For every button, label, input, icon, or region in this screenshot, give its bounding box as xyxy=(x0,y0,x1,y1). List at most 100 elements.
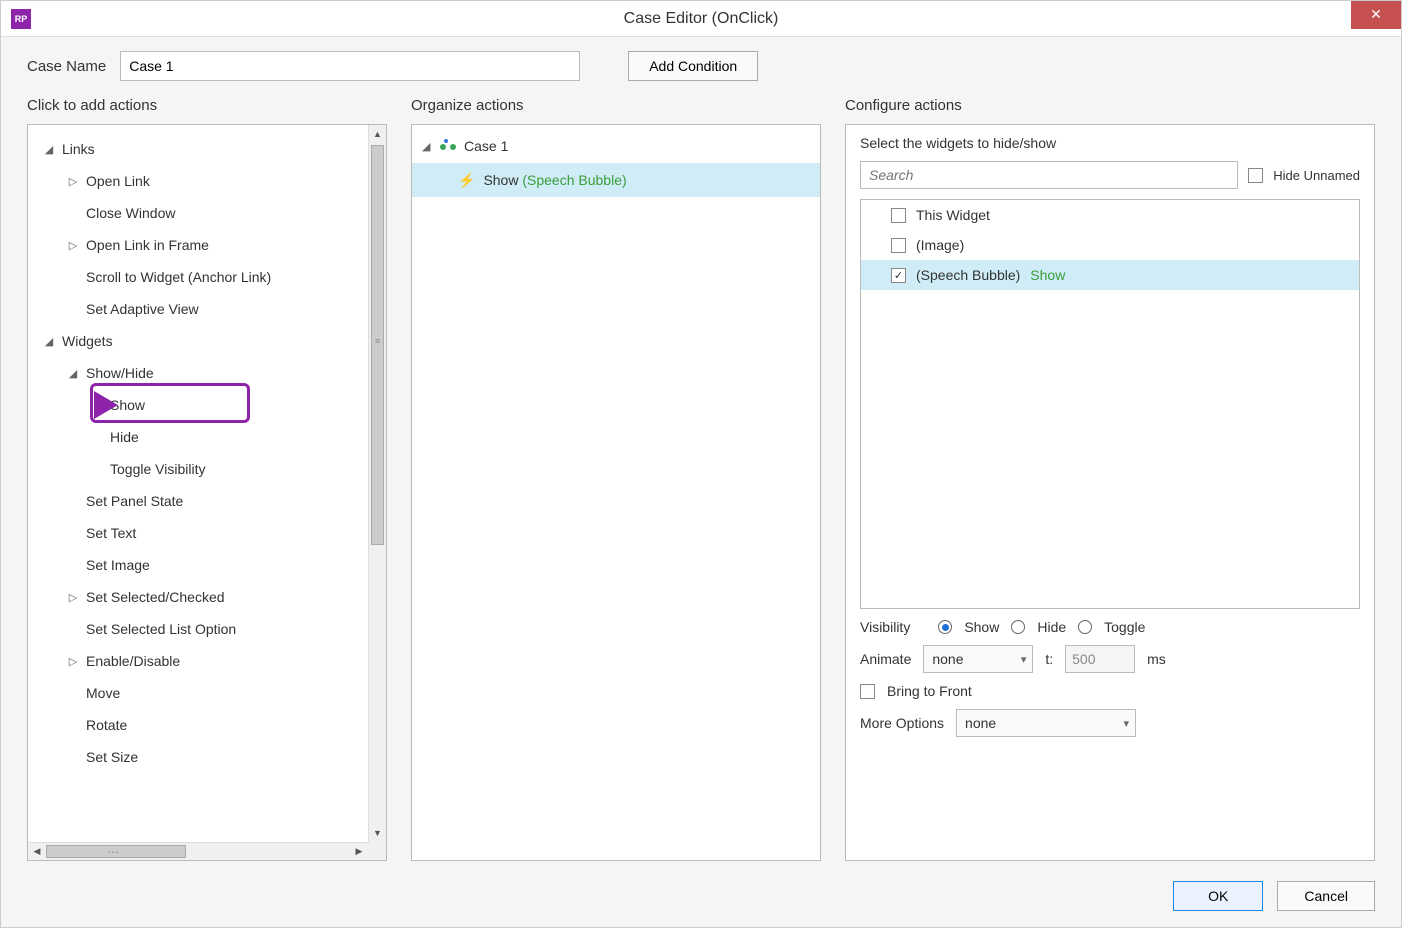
tree-item-set-image[interactable]: Set Image xyxy=(32,549,364,581)
widget-label: (Speech Bubble) xyxy=(916,267,1020,283)
col-organize-header: Organize actions xyxy=(411,97,821,114)
widget-search-input[interactable] xyxy=(860,161,1238,189)
visibility-show-radio[interactable] xyxy=(938,620,952,634)
case-editor-window: RP Case Editor (OnClick) ✕ Case Name Add… xyxy=(0,0,1402,928)
tree-item-move[interactable]: Move xyxy=(32,677,364,709)
tree-item-label: Close Window xyxy=(86,205,175,221)
tree-item-close-window[interactable]: Close Window xyxy=(32,197,364,229)
top-row: Case Name Add Condition xyxy=(1,37,1401,91)
t-label: t: xyxy=(1045,651,1053,667)
t-unit: ms xyxy=(1147,651,1166,667)
tree-item-enable-disable[interactable]: ▷Enable/Disable xyxy=(32,645,364,677)
scroll-down-icon[interactable]: ▼ xyxy=(369,824,386,842)
widget-label: (Image) xyxy=(916,237,964,253)
horizontal-scrollbar[interactable]: ◀ ▶ xyxy=(28,842,368,860)
tree-item-label: Open Link xyxy=(86,173,150,189)
expand-icon: ▷ xyxy=(66,239,80,252)
scroll-left-icon[interactable]: ◀ xyxy=(28,846,46,857)
close-icon: ✕ xyxy=(1370,6,1382,23)
tree-item-label: Open Link in Frame xyxy=(86,237,209,253)
tree-item-open-link[interactable]: ▷ Open Link xyxy=(32,165,364,197)
tree-item-label: Show/Hide xyxy=(86,365,154,381)
widget-row-image[interactable]: (Image) xyxy=(861,230,1359,260)
collapse-icon: ◢ xyxy=(66,367,80,380)
tree-item-open-link-in-frame[interactable]: ▷ Open Link in Frame xyxy=(32,229,364,261)
tree-item-widgets[interactable]: ◢Widgets xyxy=(32,325,364,357)
widget-checkbox[interactable] xyxy=(891,268,906,283)
widget-checkbox[interactable] xyxy=(891,208,906,223)
action-row[interactable]: ⚡ Show (Speech Bubble) xyxy=(412,163,820,197)
columns: Click to add actions ◢Links▷Open LinkClo… xyxy=(1,91,1401,871)
hide-unnamed-checkbox[interactable] xyxy=(1248,168,1263,183)
window-title: Case Editor (OnClick) xyxy=(1,10,1401,28)
widget-action-suffix: Show xyxy=(1030,267,1065,283)
tree-item-label: Links xyxy=(62,141,95,157)
col-add-actions-header: Click to add actions xyxy=(27,97,387,114)
tree-item-label: Set Text xyxy=(86,525,136,541)
case-name-label: Case Name xyxy=(27,58,106,75)
expand-icon: ◢ xyxy=(422,140,436,153)
animate-row: Animate none t: ms xyxy=(860,645,1360,673)
tree-item-set-panel-state[interactable]: Set Panel State xyxy=(32,485,364,517)
more-options-label: More Options xyxy=(860,715,944,731)
actions-tree[interactable]: ◢Links▷Open LinkClose Window▷Open Link i… xyxy=(28,125,368,842)
tree-item-label: Move xyxy=(86,685,120,701)
case-icon xyxy=(440,139,456,153)
tree-item-set-size[interactable]: Set Size xyxy=(32,741,364,773)
expand-icon: ▷ xyxy=(66,175,80,188)
tree-item-set-selected-checked[interactable]: ▷ Set Selected/Checked xyxy=(32,581,364,613)
bring-front-checkbox[interactable] xyxy=(860,684,875,699)
tree-item-label: Enable/Disable xyxy=(86,653,180,669)
col-configure-actions: Configure actions Select the widgets to … xyxy=(845,91,1375,861)
close-button[interactable]: ✕ xyxy=(1351,1,1401,29)
ok-button[interactable]: OK xyxy=(1173,881,1263,911)
widget-checkbox[interactable] xyxy=(891,238,906,253)
tree-item-label: Hide xyxy=(110,429,139,445)
vertical-scroll-thumb[interactable] xyxy=(371,145,384,545)
tree-item-hide[interactable]: Hide xyxy=(32,421,364,453)
case-row[interactable]: ◢ Case 1 xyxy=(412,129,820,163)
tree-item-label: Set Size xyxy=(86,749,138,765)
t-input[interactable] xyxy=(1065,645,1135,673)
tree-item-show-hide[interactable]: ◢ Show/Hide xyxy=(32,357,364,389)
widget-list[interactable]: This Widget (Image) (Speech Bubble) Show xyxy=(860,199,1360,609)
widget-row-speech-bubble[interactable]: (Speech Bubble) Show xyxy=(861,260,1359,290)
visibility-hide-radio[interactable] xyxy=(1011,620,1025,634)
bring-front-label: Bring to Front xyxy=(887,683,972,699)
visibility-label: Visibility xyxy=(860,619,910,635)
scroll-up-icon[interactable]: ▲ xyxy=(369,125,386,143)
expand-icon: ▷ xyxy=(66,591,80,604)
tree-item-set-text[interactable]: Set Text xyxy=(32,517,364,549)
widget-row-this-widget[interactable]: This Widget xyxy=(861,200,1359,230)
tree-item-label: Rotate xyxy=(86,717,127,733)
tree-item-set-adaptive-view[interactable]: Set Adaptive View xyxy=(32,293,364,325)
visibility-hide-label: Hide xyxy=(1037,619,1066,635)
actions-tree-panel: ◢Links▷Open LinkClose Window▷Open Link i… xyxy=(27,124,387,861)
animate-select[interactable]: none xyxy=(923,645,1033,673)
tree-item-rotate[interactable]: Rotate xyxy=(32,709,364,741)
add-condition-button[interactable]: Add Condition xyxy=(628,51,758,81)
tree-item-show[interactable]: Show xyxy=(32,389,364,421)
visibility-toggle-radio[interactable] xyxy=(1078,620,1092,634)
tree-item-links[interactable]: ◢Links xyxy=(32,133,364,165)
scroll-right-icon[interactable]: ▶ xyxy=(350,846,368,857)
horizontal-scroll-thumb[interactable] xyxy=(46,845,186,858)
visibility-row: Visibility Show Hide Toggle xyxy=(860,619,1360,635)
vertical-scrollbar[interactable]: ▲ ▼ xyxy=(368,125,386,842)
more-options-row: More Options none xyxy=(860,709,1360,737)
case-name-input[interactable] xyxy=(120,51,580,81)
cancel-button[interactable]: Cancel xyxy=(1277,881,1375,911)
tree-item-scroll-to-widget-anchor-link-[interactable]: Scroll to Widget (Anchor Link) xyxy=(32,261,364,293)
lightning-icon: ⚡ xyxy=(458,172,475,189)
tree-item-toggle-visibility[interactable]: Toggle Visibility xyxy=(32,453,364,485)
tree-item-label: Set Panel State xyxy=(86,493,183,509)
tree-item-set-selected-list-option[interactable]: Set Selected List Option xyxy=(32,613,364,645)
bring-front-row: Bring to Front xyxy=(860,683,1360,699)
tree-item-label: Set Selected/Checked xyxy=(86,589,225,605)
tree-item-label: Scroll to Widget (Anchor Link) xyxy=(86,269,271,285)
widget-label: This Widget xyxy=(916,207,990,223)
more-options-select[interactable]: none xyxy=(956,709,1136,737)
action-target: (Speech Bubble) xyxy=(522,172,626,188)
tree-item-label: Show xyxy=(110,397,145,413)
col-organize-actions: Organize actions ◢ Case 1 ⚡ Show (Speech… xyxy=(411,91,821,861)
